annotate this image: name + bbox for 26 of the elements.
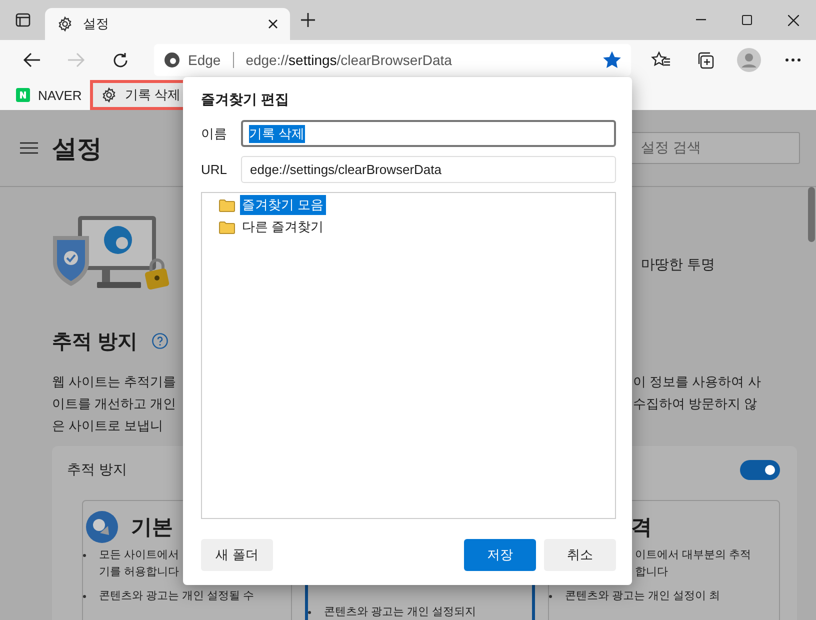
description-text: 웹 사이트는 추적기를 xyxy=(52,373,178,391)
bookmark-label: NAVER xyxy=(38,88,82,102)
section-title: 추적 방지 xyxy=(52,330,138,354)
bookmark-label: 기록 삭제 xyxy=(124,86,180,104)
field-label: 이름 xyxy=(201,124,228,142)
description-text: 수집하여 방문하지 않 xyxy=(633,395,758,413)
description-text: 이트를 개선하고 개인 xyxy=(52,395,178,413)
description-text: 이 정보를 사용하여 사 xyxy=(633,373,762,391)
field-label: URL xyxy=(201,162,228,177)
url-text: edge://settings/clearBrowserData xyxy=(246,52,453,68)
dialog-title: 즐겨찾기 편집 xyxy=(201,91,290,109)
option-title: 기본 xyxy=(131,515,173,541)
bullet-text: 합니다 xyxy=(635,565,668,580)
bullet-text: 콘텐츠와 광고는 개인 설정될 수 xyxy=(99,589,254,604)
bullet-text: 콘텐츠와 광고는 개인 설정이 최 xyxy=(565,589,720,604)
card-title: 추적 방지 xyxy=(67,461,128,479)
description-text: 마땅한 투명 xyxy=(641,256,716,274)
bullet-text: 이트에서 대부분의 추적 xyxy=(635,548,752,563)
site-label: Edge xyxy=(188,52,221,68)
option-title: 격 xyxy=(631,515,652,541)
bullet-text: 기를 허용합니다 xyxy=(99,565,180,580)
page-title: 설정 xyxy=(52,134,102,164)
tab-title: 설정 xyxy=(83,15,110,33)
bullet-text: 모든 사이트에서 xyxy=(99,548,180,563)
description-text: 은 사이트로 보냅니 xyxy=(52,417,164,435)
bullet-text: 콘텐츠와 광고는 개인 설정되지 xyxy=(324,605,476,620)
